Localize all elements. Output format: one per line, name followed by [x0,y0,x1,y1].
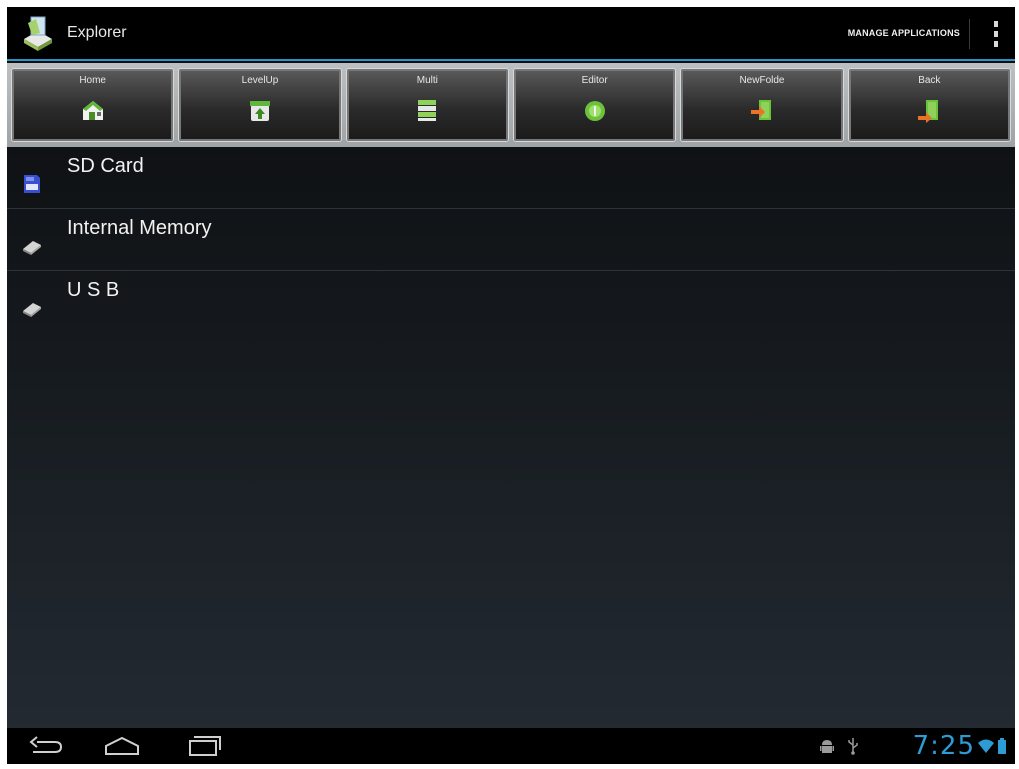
list-item-label: U S B [67,279,120,301]
app-title: Explorer [67,24,127,41]
toolbar: Home LevelUp Multi Editor NewFolde Back [7,63,1015,147]
new-folder-icon [750,100,771,120]
multi-button-label: Multi [416,75,438,86]
list-item-sd-card[interactable]: SD Card [7,147,1015,209]
storage-list: SD Card Internal Memory U S B [7,147,1015,332]
new-folder-button[interactable]: NewFolde [680,68,844,142]
back-button-label: Back [918,75,941,86]
back-icon [918,100,939,123]
drive-icon [23,303,41,317]
back-button[interactable]: Back [847,68,1011,142]
level-up-button[interactable]: LevelUp [178,68,342,142]
multi-button[interactable]: Multi [345,68,509,142]
home-button[interactable]: Home [11,68,175,142]
list-item-usb[interactable]: U S B [7,271,1015,332]
back-nav-icon[interactable] [25,734,65,758]
new-folder-button-label: NewFolde [739,75,785,86]
level-up-button-label: LevelUp [241,75,279,86]
battery-icon [998,738,1006,754]
home-button-label: Home [79,75,106,86]
list-item-label: Internal Memory [67,217,212,239]
list-item-label: SD Card [67,155,144,177]
manage-applications-button[interactable]: MANAGE APPLICATIONS [848,28,960,38]
system-nav-bar: 7:25 [7,728,1015,764]
action-bar-divider [969,19,970,49]
app-icon[interactable] [18,13,58,53]
usb-icon [848,738,858,755]
android-debug-icon [820,740,834,753]
editor-icon [584,101,605,121]
home-nav-icon[interactable] [102,734,142,758]
recent-apps-icon[interactable] [184,734,224,758]
overflow-menu-icon[interactable] [991,21,1001,47]
device-screen: Explorer MANAGE APPLICATIONS Home LevelU… [7,7,1015,764]
editor-button-label: Editor [581,75,608,86]
list-item-internal-memory[interactable]: Internal Memory [7,209,1015,271]
multi-select-icon [418,100,437,121]
editor-button[interactable]: Editor [512,68,677,142]
sd-card-icon [24,175,40,193]
home-icon [82,101,103,120]
action-bar: Explorer MANAGE APPLICATIONS [7,7,1015,61]
level-up-icon [249,101,270,121]
wifi-icon [978,739,994,753]
status-clock: 7:25 [912,731,975,761]
drive-icon [23,241,41,255]
